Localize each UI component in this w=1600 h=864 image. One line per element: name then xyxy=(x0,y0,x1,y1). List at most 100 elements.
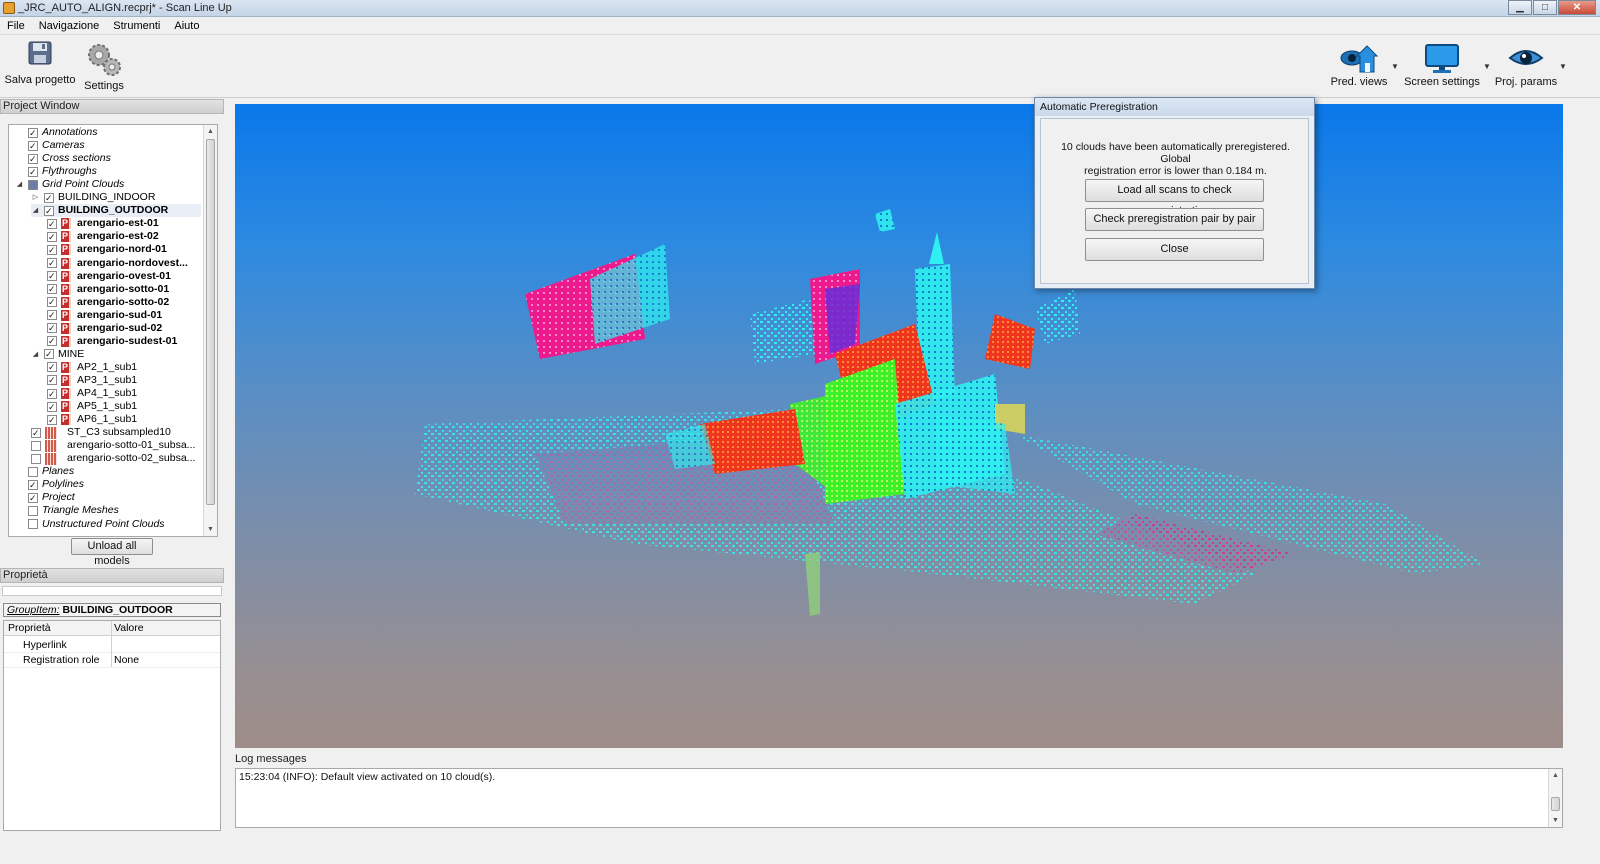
menu-file[interactable]: File xyxy=(0,18,32,34)
visibility-checkbox[interactable] xyxy=(47,336,57,347)
visibility-checkbox[interactable] xyxy=(31,440,41,451)
log-messages-box[interactable]: 15:23:04 (INFO): Default view activated … xyxy=(235,768,1563,828)
visibility-checkbox[interactable] xyxy=(28,466,38,477)
tree-item-st-c3-subsampled10[interactable]: ST_C3 subsampled10 xyxy=(31,426,201,439)
visibility-checkbox[interactable] xyxy=(47,362,57,373)
menu-strumenti[interactable]: Strumenti xyxy=(106,18,167,34)
tree-item-annotations[interactable]: Annotations xyxy=(15,126,201,139)
pred-views-dropdown-caret[interactable]: ▼ xyxy=(1391,62,1399,71)
tree-item-arengario-sudest-01[interactable]: Parengario-sudest-01 xyxy=(47,335,201,348)
visibility-checkbox[interactable] xyxy=(47,244,57,255)
tree-item-mine[interactable]: ◢ MINE xyxy=(31,348,201,361)
property-row-hyperlink[interactable]: Hyperlink xyxy=(4,638,220,653)
visibility-checkbox[interactable] xyxy=(28,153,38,164)
tree-item-building-indoor[interactable]: ▷ BUILDING_INDOOR xyxy=(31,191,201,204)
menu-aiuto[interactable]: Aiuto xyxy=(167,18,206,34)
app-icon xyxy=(3,2,15,14)
menu-navigazione[interactable]: Navigazione xyxy=(32,18,107,34)
tree-item-cameras[interactable]: Cameras xyxy=(15,139,201,152)
tree-item-arengario-sud-01[interactable]: Parengario-sud-01 xyxy=(47,309,201,322)
collapse-arrow-icon[interactable]: ◢ xyxy=(15,178,24,191)
dialog-close-button[interactable]: Close xyxy=(1085,238,1264,261)
tree-item-arengario-nordovest[interactable]: Parengario-nordovest... xyxy=(47,257,201,270)
screen-settings-dropdown-caret[interactable]: ▼ xyxy=(1483,62,1491,71)
maximize-button[interactable]: □ xyxy=(1533,0,1557,15)
tree-item-triangle-meshes[interactable]: Triangle Meshes xyxy=(15,504,201,517)
tree-item-polylines[interactable]: Polylines xyxy=(15,478,201,491)
visibility-checkbox[interactable] xyxy=(47,297,57,308)
save-project-button[interactable]: Salva progetto xyxy=(4,40,76,86)
visibility-checkbox[interactable] xyxy=(47,414,57,425)
visibility-checkbox[interactable] xyxy=(28,492,38,503)
visibility-checkbox[interactable] xyxy=(47,258,57,268)
tree-item-arengario-sud-02[interactable]: Parengario-sud-02 xyxy=(47,322,201,335)
tree-item-arengario-sotto-01-subsa[interactable]: arengario-sotto-01_subsa... xyxy=(31,439,201,452)
3d-viewport[interactable] xyxy=(235,104,1563,748)
visibility-checkbox[interactable] xyxy=(31,427,41,438)
tree-item-ap6-1-sub1[interactable]: P AP6_1_sub1 xyxy=(47,413,201,426)
tree-item-arengario-est-02[interactable]: Parengario-est-02 xyxy=(47,230,201,243)
visibility-checkbox[interactable] xyxy=(28,479,38,490)
tree-item-ap5-1-sub1[interactable]: P AP5_1_sub1 xyxy=(47,400,201,413)
log-scroll-up-arrow-icon[interactable]: ▲ xyxy=(1549,769,1562,782)
scroll-up-arrow-icon[interactable]: ▲ xyxy=(204,125,217,138)
tree-item-ap3-1-sub1[interactable]: P AP3_1_sub1 xyxy=(47,374,201,387)
visibility-checkbox[interactable] xyxy=(47,401,57,412)
tree-item-cross-sections[interactable]: Cross sections xyxy=(15,152,201,165)
tree-item-arengario-sotto-01[interactable]: Parengario-sotto-01 xyxy=(47,283,201,296)
visibility-checkbox[interactable] xyxy=(28,127,38,138)
visibility-checkbox[interactable] xyxy=(47,218,57,229)
visibility-checkbox[interactable] xyxy=(47,231,57,242)
proj-params-dropdown-caret[interactable]: ▼ xyxy=(1559,62,1567,71)
visibility-checkbox[interactable] xyxy=(44,205,54,216)
tree-item-arengario-sotto-02-subsa[interactable]: arengario-sotto-02_subsa... xyxy=(31,452,201,465)
visibility-checkbox[interactable] xyxy=(28,166,38,177)
scroll-thumb[interactable] xyxy=(206,139,215,505)
minimize-button[interactable]: ▁ xyxy=(1508,0,1532,15)
close-window-button[interactable]: ✕ xyxy=(1558,0,1596,15)
tree-item-arengario-nord-01[interactable]: Parengario-nord-01 xyxy=(47,243,201,256)
visibility-checkbox[interactable] xyxy=(47,388,57,399)
visibility-checkbox[interactable] xyxy=(28,519,38,529)
tree-item-arengario-sotto-02[interactable]: Parengario-sotto-02 xyxy=(47,296,201,309)
tree-item-arengario-est-01[interactable]: Parengario-est-01 xyxy=(47,217,201,230)
log-scrollbar[interactable]: ▲ ▼ xyxy=(1548,769,1562,827)
log-scroll-thumb[interactable] xyxy=(1551,797,1560,811)
tree-item-building-outdoor[interactable]: ◢ BUILDING_OUTDOOR xyxy=(31,204,201,218)
tree-item-unstructured-point-clouds[interactable]: Unstructured Point Clouds xyxy=(15,518,201,531)
tree-item-ap4-1-sub1[interactable]: P AP4_1_sub1 xyxy=(47,387,201,400)
visibility-checkbox[interactable] xyxy=(47,284,57,295)
check-pair-by-pair-button[interactable]: Check preregistration pair by pair xyxy=(1085,208,1264,231)
visibility-checkbox[interactable] xyxy=(44,192,54,203)
proj-params-button[interactable]: Proj. params xyxy=(1494,42,1558,88)
property-value[interactable]: None xyxy=(114,653,139,668)
visibility-checkbox[interactable] xyxy=(28,179,38,190)
log-scroll-down-arrow-icon[interactable]: ▼ xyxy=(1549,814,1562,827)
unload-all-models-button[interactable]: Unload all models xyxy=(71,538,153,567)
tree-item-planes[interactable]: Planes xyxy=(15,465,201,478)
visibility-checkbox[interactable] xyxy=(47,323,57,334)
screen-settings-button[interactable]: Screen settings xyxy=(1402,42,1482,88)
pred-views-button[interactable]: Pred. views xyxy=(1328,42,1390,88)
load-all-scans-button[interactable]: Load all scans to check preregistration xyxy=(1085,179,1264,217)
collapse-arrow-icon[interactable]: ◢ xyxy=(31,204,40,217)
visibility-checkbox[interactable] xyxy=(47,310,57,321)
visibility-checkbox[interactable] xyxy=(31,453,41,464)
collapse-arrow-icon[interactable]: ◢ xyxy=(31,348,40,361)
visibility-checkbox[interactable] xyxy=(44,349,54,360)
property-row-registration-role[interactable]: Registration role None xyxy=(4,653,220,668)
scroll-down-arrow-icon[interactable]: ▼ xyxy=(204,523,217,536)
tree-item-flythroughs[interactable]: Flythroughs xyxy=(15,165,201,178)
log-line: 15:23:04 (INFO): Default view activated … xyxy=(239,771,496,783)
expand-arrow-icon[interactable]: ▷ xyxy=(31,191,40,204)
visibility-checkbox[interactable] xyxy=(47,375,57,386)
tree-item-arengario-ovest-01[interactable]: Parengario-ovest-01 xyxy=(47,270,201,283)
visibility-checkbox[interactable] xyxy=(28,140,38,151)
tree-item-project[interactable]: Project xyxy=(15,491,201,504)
visibility-checkbox[interactable] xyxy=(28,505,38,516)
project-tree-scrollbar[interactable]: ▲ ▼ xyxy=(203,125,217,536)
tree-item-grid-point-clouds[interactable]: ◢ Grid Point Clouds xyxy=(15,178,201,191)
visibility-checkbox[interactable] xyxy=(47,271,57,282)
tree-item-ap2-1-sub1[interactable]: P AP2_1_sub1 xyxy=(47,361,201,374)
settings-button[interactable]: Settings xyxy=(80,40,128,92)
